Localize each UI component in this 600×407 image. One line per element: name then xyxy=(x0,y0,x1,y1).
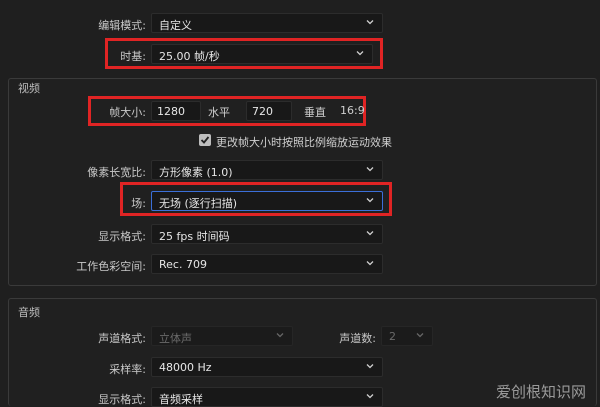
display-format-value: 25 fps 时间码 xyxy=(159,230,230,243)
channel-format-select[interactable]: 立体声 xyxy=(151,326,293,346)
audio-section-title: 音频 xyxy=(18,306,40,319)
channel-format-label: 声道格式: xyxy=(98,332,146,345)
frame-width-input[interactable]: 1280 xyxy=(151,101,201,121)
fields-value: 无场 (逐行扫描) xyxy=(159,197,238,210)
audio-display-format-select[interactable]: 音频采样 xyxy=(151,387,383,407)
frame-height-input[interactable]: 720 xyxy=(246,101,292,121)
sample-rate-value: 48000 Hz xyxy=(159,361,212,374)
sample-rate-label: 采样率: xyxy=(109,363,146,376)
audio-display-format-value: 音频采样 xyxy=(159,393,203,406)
channel-count-select[interactable]: 2 xyxy=(381,326,433,346)
pixel-aspect-select[interactable]: 方形像素 (1.0) xyxy=(151,160,383,180)
timebase-label: 时基: xyxy=(120,50,146,63)
channel-count-label: 声道数: xyxy=(339,332,376,345)
chevron-down-icon xyxy=(366,20,374,25)
scale-motion-checkbox[interactable] xyxy=(199,134,211,146)
chevron-down-icon xyxy=(366,167,374,172)
checkmark-icon xyxy=(200,136,210,144)
frame-size-label: 帧大小: xyxy=(109,106,146,119)
color-space-label: 工作色彩空间: xyxy=(76,260,146,273)
sample-rate-select[interactable]: 48000 Hz xyxy=(151,357,383,377)
channel-format-value: 立体声 xyxy=(159,332,192,345)
horizontal-label: 水平 xyxy=(208,106,230,119)
watermark-text: 爱创根知识网 xyxy=(496,383,587,401)
edit-mode-select[interactable]: 自定义 xyxy=(151,13,383,33)
color-space-value: Rec. 709 xyxy=(159,258,207,271)
aspect-ratio-text: 16:9 xyxy=(340,104,365,117)
chevron-down-icon xyxy=(366,261,374,266)
pixel-aspect-value: 方形像素 (1.0) xyxy=(159,166,233,179)
timebase-select[interactable]: 25.00 帧/秒 xyxy=(151,44,373,64)
edit-mode-label: 编辑模式: xyxy=(98,19,146,32)
display-format-select[interactable]: 25 fps 时间码 xyxy=(151,224,383,244)
fields-label: 场: xyxy=(131,197,146,210)
color-space-select[interactable]: Rec. 709 xyxy=(151,254,383,274)
chevron-down-icon xyxy=(276,333,284,338)
channel-count-value: 2 xyxy=(389,330,396,343)
vertical-label: 垂直 xyxy=(304,106,326,119)
chevron-down-icon xyxy=(366,364,374,369)
chevron-down-icon xyxy=(416,333,424,338)
edit-mode-value: 自定义 xyxy=(159,19,192,32)
chevron-down-icon xyxy=(356,51,364,56)
chevron-down-icon xyxy=(366,231,374,236)
scale-motion-label: 更改帧大小时按照比例缩放运动效果 xyxy=(216,136,392,149)
video-section-title: 视频 xyxy=(18,82,40,95)
timebase-value: 25.00 帧/秒 xyxy=(159,50,220,63)
chevron-down-icon xyxy=(366,198,374,203)
display-format-label: 显示格式: xyxy=(98,230,146,243)
fields-select[interactable]: 无场 (逐行扫描) xyxy=(151,191,383,211)
chevron-down-icon xyxy=(366,394,374,399)
pixel-aspect-label: 像素长宽比: xyxy=(87,166,146,179)
